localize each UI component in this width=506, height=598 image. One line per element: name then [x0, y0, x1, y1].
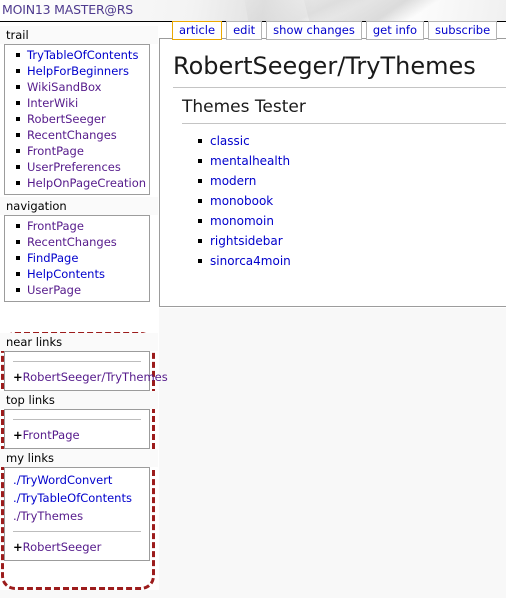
sidebar-link-FrontPage[interactable]: FrontPage: [27, 144, 84, 158]
theme-link-classic[interactable]: classic: [210, 134, 250, 148]
list-item: +RobertSeeger/TryThemes: [5, 368, 168, 386]
sidebar-link-list: TryTableOfContents HelpForBeginners WikiSa…: [5, 47, 149, 191]
sidebar-section-top-links: +FrontPage: [4, 409, 150, 449]
theme-link-rightsidebar[interactable]: rightsidebar: [210, 234, 283, 248]
sidebar-link---TryWordConvert[interactable]: ./TryWordConvert: [13, 473, 112, 487]
sidebar-link-RobertSeeger[interactable]: RobertSeeger: [27, 112, 106, 126]
list-item: +FrontPage: [5, 426, 149, 444]
list-item: rightsidebar: [198, 231, 506, 251]
section-divider: [13, 361, 141, 362]
list-item: FrontPage: [16, 143, 149, 159]
list-item: +RobertSeeger: [5, 538, 149, 556]
sidebar-link---TryThemes[interactable]: ./TryThemes: [13, 509, 83, 523]
list-item: mentalhealth: [198, 151, 506, 171]
theme-link-sinorca4moin[interactable]: sinorca4moin: [210, 254, 291, 268]
plus-icon: +: [13, 540, 23, 554]
list-item: FindPage: [16, 250, 149, 266]
heading-divider: [182, 123, 506, 124]
sidebar-link-TryTableOfContents[interactable]: TryTableOfContents: [27, 48, 138, 62]
plus-icon: +: [13, 428, 23, 442]
list-item: RecentChanges: [16, 127, 149, 143]
list-item: HelpContents: [16, 266, 149, 282]
list-item: HelpForBeginners: [16, 63, 149, 79]
sidebar-link-RobertSeeger-TryThemes[interactable]: RobertSeeger/TryThemes: [23, 370, 168, 384]
list-item: RecentChanges: [16, 234, 149, 250]
sidebar-link-WikiSandBox[interactable]: WikiSandBox: [27, 80, 101, 94]
list-item: classic: [198, 131, 506, 151]
sidebar-lower-groups: near links +RobertSeeger/TryThemes top lin…: [0, 333, 168, 561]
sidebar-link-HelpContents[interactable]: HelpContents: [27, 267, 105, 281]
theme-link-monobook[interactable]: monobook: [210, 194, 273, 208]
wiki-page: MOIN13 MASTER@RS article edit show changes…: [0, 0, 506, 598]
sidebar-section-title-top-links: top links: [0, 391, 158, 409]
themes-list: classic mentalhealth modern monobook monomoi…: [160, 131, 506, 271]
tab-show-changes[interactable]: show changes: [266, 21, 362, 40]
theme-link-modern[interactable]: modern: [210, 174, 256, 188]
list-item: monobook: [198, 191, 506, 211]
header-swoosh-decoration-2: [242, 0, 440, 21]
page-background-left-lower: [0, 590, 159, 598]
list-item: HelpOnPageCreation: [16, 175, 149, 191]
sidebar-link---TryTableOfContents[interactable]: ./TryTableOfContents: [13, 491, 132, 505]
list-item: monomoin: [198, 211, 506, 231]
sidebar-link-RecentChanges[interactable]: RecentChanges: [27, 128, 117, 142]
sidebar-section-title-my-links: my links: [0, 449, 158, 467]
sidebar-section-title-near-links: near links: [0, 333, 158, 351]
sidebar-section-near-links: +RobertSeeger/TryThemes: [4, 351, 168, 391]
tab-get-info[interactable]: get info: [365, 21, 424, 40]
page-title: RobertSeeger/TryThemes: [173, 52, 476, 80]
page-background-lower: [159, 308, 506, 598]
sidebar-link-FindPage[interactable]: FindPage: [27, 251, 78, 265]
main-content: RobertSeeger/TryThemes Themes Tester cla…: [159, 38, 506, 307]
list-item: InterWiki: [16, 95, 149, 111]
list-item: modern: [198, 171, 506, 191]
sidebar: trail TryTableOfContents HelpForBeginners W…: [0, 26, 158, 304]
title-divider: [173, 87, 506, 88]
sidebar-section-trail: TryTableOfContents HelpForBeginners WikiSa…: [4, 44, 150, 195]
theme-link-monomoin[interactable]: monomoin: [210, 214, 274, 228]
page-action-tabs: article edit show changes get info subscribe: [172, 21, 498, 40]
section-divider: [13, 531, 141, 532]
list-item: FrontPage: [16, 218, 149, 234]
tab-subscribe[interactable]: subscribe: [427, 21, 498, 40]
sidebar-section-title-navigation: navigation: [0, 197, 158, 215]
header-swoosh-decoration: [299, 0, 506, 21]
list-item: UserPreferences: [16, 159, 149, 175]
sidebar-link-RobertSeeger[interactable]: RobertSeeger: [23, 540, 102, 554]
list-item: ./TryWordConvert: [5, 471, 149, 489]
sidebar-section-title-trail: trail: [0, 26, 158, 44]
sidebar-link-FrontPage[interactable]: FrontPage: [27, 219, 84, 233]
sidebar-link-RecentChanges[interactable]: RecentChanges: [27, 235, 117, 249]
sidebar-section-navigation: FrontPage RecentChanges FindPage HelpConten…: [4, 215, 150, 302]
list-item: UserPage: [16, 282, 149, 298]
site-header: MOIN13 MASTER@RS: [0, 0, 506, 22]
list-item: ./TryThemes: [5, 507, 149, 525]
site-name: MOIN13 MASTER@RS: [2, 2, 133, 17]
plus-icon: +: [13, 370, 23, 384]
sidebar-link-UserPreferences[interactable]: UserPreferences: [27, 160, 121, 174]
list-item: ./TryTableOfContents: [5, 489, 149, 507]
list-item: sinorca4moin: [198, 251, 506, 271]
sidebar-link-HelpOnPageCreation[interactable]: HelpOnPageCreation: [27, 176, 146, 190]
sidebar-link-list: FrontPage RecentChanges FindPage HelpConten…: [5, 218, 149, 298]
sidebar-link-FrontPage[interactable]: FrontPage: [23, 428, 80, 442]
sidebar-link-UserPage[interactable]: UserPage: [27, 283, 81, 297]
list-item: RobertSeeger: [16, 111, 149, 127]
sidebar-section-my-links: ./TryWordConvert ./TryTableOfContents ./Tr…: [4, 467, 150, 561]
list-item: TryTableOfContents: [16, 47, 149, 63]
theme-link-mentalhealth[interactable]: mentalhealth: [210, 154, 290, 168]
section-divider: [13, 419, 141, 420]
section-heading: Themes Tester: [182, 97, 306, 117]
sidebar-link-InterWiki[interactable]: InterWiki: [27, 96, 78, 110]
sidebar-link-HelpForBeginners[interactable]: HelpForBeginners: [27, 64, 129, 78]
list-item: WikiSandBox: [16, 79, 149, 95]
tab-article[interactable]: article: [172, 21, 223, 40]
tab-edit[interactable]: edit: [226, 21, 263, 40]
